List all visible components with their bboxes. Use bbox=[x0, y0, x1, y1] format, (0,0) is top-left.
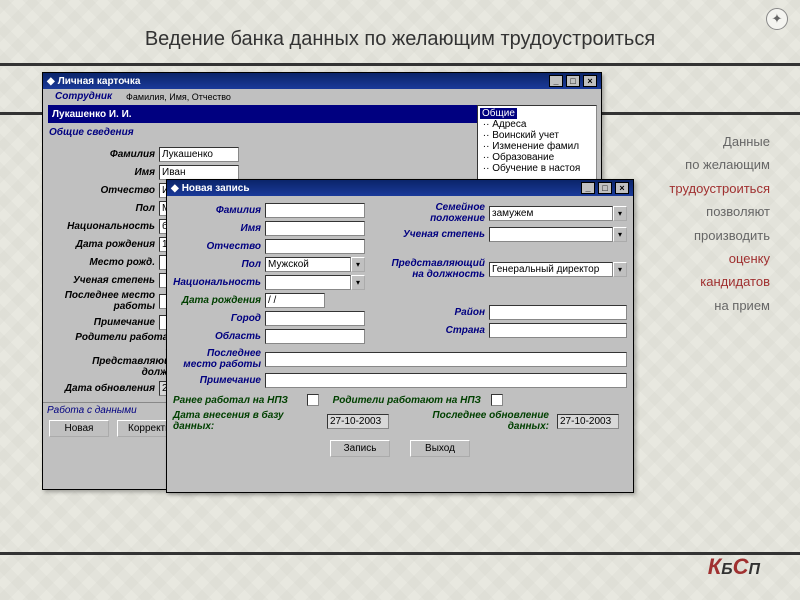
minimize-button[interactable]: _ bbox=[581, 182, 595, 194]
titlebar[interactable]: ◆ Новая запись _ □ × bbox=[167, 180, 633, 196]
tree-item[interactable]: ·· Воинский учет bbox=[480, 130, 594, 141]
name-field-caption: Фамилия, Имя, Отчество bbox=[126, 92, 231, 102]
window-title: Новая запись bbox=[182, 183, 250, 194]
name-input[interactable]: Иван bbox=[159, 165, 239, 180]
patronym-input[interactable] bbox=[265, 239, 365, 254]
country-input[interactable] bbox=[489, 323, 627, 338]
degree-select[interactable] bbox=[489, 227, 613, 242]
close-button[interactable]: × bbox=[615, 182, 629, 194]
exit-button[interactable]: Выход bbox=[410, 440, 470, 457]
logo: КБСП bbox=[708, 554, 760, 580]
decor-line bbox=[0, 63, 800, 66]
tree-item[interactable]: ·· Обучение в настоя bbox=[480, 163, 594, 174]
form-body: Фамилия Имя Отчество ПолМужской▾ Национа… bbox=[167, 196, 633, 490]
note-input[interactable] bbox=[265, 373, 627, 388]
city-input[interactable] bbox=[265, 311, 365, 326]
new-button[interactable]: Новая bbox=[49, 420, 109, 437]
region-input[interactable] bbox=[265, 329, 365, 344]
position-select[interactable]: Генеральный директор bbox=[489, 262, 613, 277]
district-input[interactable] bbox=[489, 305, 627, 320]
parents-npz-checkbox[interactable] bbox=[491, 394, 503, 406]
chevron-down-icon[interactable]: ▾ bbox=[613, 262, 627, 277]
gender-select[interactable]: Мужской bbox=[265, 257, 351, 272]
slide-title: Ведение банка данных по желающим трудоус… bbox=[0, 28, 800, 51]
tree-item[interactable]: ·· Образование bbox=[480, 152, 594, 163]
maximize-button[interactable]: □ bbox=[598, 182, 612, 194]
lastjob-input[interactable] bbox=[265, 352, 627, 367]
minimize-button[interactable]: _ bbox=[549, 75, 563, 87]
employee-section-label: Сотрудник bbox=[49, 89, 118, 104]
new-record-window: ◆ Новая запись _ □ × Фамилия Имя Отчеств… bbox=[166, 179, 634, 493]
app-icon: ◆ bbox=[47, 76, 55, 87]
corner-decor-icon: ✦ bbox=[766, 8, 788, 30]
chevron-down-icon[interactable]: ▾ bbox=[351, 275, 365, 290]
surname-input[interactable]: Лукашенко bbox=[159, 147, 239, 162]
chevron-down-icon[interactable]: ▾ bbox=[613, 206, 627, 221]
save-button[interactable]: Запись bbox=[330, 440, 390, 457]
maximize-button[interactable]: □ bbox=[566, 75, 580, 87]
nationality-select[interactable] bbox=[265, 275, 351, 290]
tree-item[interactable]: ·· Адреса bbox=[480, 119, 594, 130]
decor-line bbox=[0, 552, 800, 555]
window-title: Личная карточка bbox=[58, 76, 141, 87]
side-text: Данные по желающим трудоустроиться позво… bbox=[650, 130, 770, 317]
surname-input[interactable] bbox=[265, 203, 365, 218]
worked-npz-checkbox[interactable] bbox=[307, 394, 319, 406]
dob-input[interactable]: / / bbox=[265, 293, 325, 308]
updated-date-display: 27-10-2003 bbox=[557, 414, 619, 429]
employee-name-value: Лукашенко И. И. bbox=[52, 109, 132, 120]
chevron-down-icon[interactable]: ▾ bbox=[613, 227, 627, 242]
close-button[interactable]: × bbox=[583, 75, 597, 87]
tree-item[interactable]: ·· Изменение фамил bbox=[480, 141, 594, 152]
family-select[interactable]: замужем bbox=[489, 206, 613, 221]
name-input[interactable] bbox=[265, 221, 365, 236]
chevron-down-icon[interactable]: ▾ bbox=[351, 257, 365, 272]
entered-date-display: 27-10-2003 bbox=[327, 414, 389, 429]
titlebar[interactable]: ◆ Личная карточка _ □ × bbox=[43, 73, 601, 89]
tree-item[interactable]: Общие bbox=[480, 108, 517, 119]
app-icon: ◆ bbox=[171, 183, 179, 194]
